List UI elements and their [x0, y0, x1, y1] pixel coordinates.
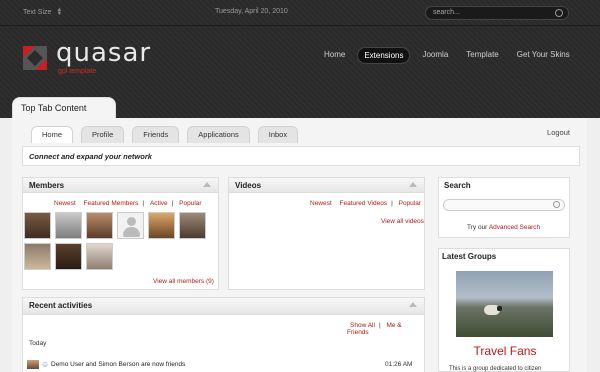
tab-applications[interactable]: Applications: [187, 126, 250, 143]
member-avatar[interactable]: [86, 243, 113, 270]
nav-joomla[interactable]: Joomla: [416, 47, 454, 64]
member-avatar[interactable]: [24, 243, 51, 270]
view-all-members-link[interactable]: View all members (9): [153, 278, 214, 285]
nav-extensions[interactable]: Extensions: [357, 47, 411, 64]
show-all-link[interactable]: Show All: [350, 322, 375, 329]
top-search-input[interactable]: search...: [425, 6, 569, 20]
try-our-text: Try our: [467, 224, 488, 231]
tab-inbox[interactable]: Inbox: [257, 126, 299, 143]
videos-title: Videos: [235, 181, 262, 190]
members-filters: Newest Featured Members | Active | Popular: [54, 200, 202, 207]
members-title: Members: [29, 181, 65, 190]
collapse-caret-icon[interactable]: [409, 182, 417, 187]
latest-groups-box: Latest Groups Travel Fans This is a grou…: [438, 248, 570, 372]
members-box: Members Newest Featured Members | Active |…: [22, 177, 219, 290]
collapse-caret-icon[interactable]: [203, 182, 211, 187]
search-icon[interactable]: [553, 201, 560, 208]
top-bar: Text Size ▲ ▼ Tuesday, April 20, 2010 sea…: [0, 0, 600, 26]
group-photo[interactable]: [456, 271, 553, 337]
tab-friends[interactable]: Friends: [132, 126, 180, 143]
tab-profile[interactable]: Profile: [81, 126, 125, 143]
filter-featured-videos[interactable]: Featured Videos: [340, 200, 388, 207]
nav-template[interactable]: Template: [460, 47, 504, 64]
logout-link[interactable]: Logout: [547, 128, 570, 137]
search-icon[interactable]: [555, 9, 563, 17]
main-content: Home Profile Friends Applications Inbox …: [12, 118, 587, 372]
videos-header[interactable]: Videos: [229, 178, 424, 193]
search-box: Search Try our Advanced Search: [438, 177, 570, 238]
activity-thumbnail: [27, 360, 39, 369]
nav-home[interactable]: Home: [318, 47, 351, 64]
filter-popular[interactable]: Popular: [179, 200, 201, 207]
latest-groups-title: Latest Groups: [442, 252, 497, 261]
today-label: Today: [29, 340, 47, 347]
group-name-link[interactable]: Travel Fans: [439, 344, 571, 358]
search-placeholder: search...: [433, 9, 460, 16]
tab-home[interactable]: Home: [31, 126, 74, 143]
friends-icon: ☺: [41, 360, 50, 369]
activity-text[interactable]: Demo User and Simon Berson are now frien…: [51, 361, 185, 368]
member-avatar[interactable]: [179, 212, 206, 239]
main-nav: Home Extensions Joomla Template Get Your…: [318, 47, 576, 64]
text-size-label: Text Size: [23, 8, 52, 16]
videos-box: Videos Newest Featured Videos | Popular V…: [228, 177, 425, 290]
activity-time: 01:26 AM: [385, 361, 413, 368]
recent-activities-title: Recent activities: [29, 301, 93, 310]
member-avatar[interactable]: [148, 212, 175, 239]
recent-activities-header[interactable]: Recent activities: [23, 298, 424, 315]
member-avatar[interactable]: [55, 243, 82, 270]
filter-newest[interactable]: Newest: [310, 200, 332, 207]
filter-newest[interactable]: Newest: [54, 200, 76, 207]
top-tab-content[interactable]: Top Tab Content: [12, 97, 116, 119]
logo-text[interactable]: quasar: [56, 40, 151, 66]
filter-active[interactable]: Active: [150, 200, 168, 207]
default-avatar-icon[interactable]: [117, 212, 144, 239]
recent-activities-box: Recent activities Show All | Me & Friends…: [22, 297, 425, 372]
updown-arrows-icon[interactable]: ▲ ▼: [56, 7, 62, 17]
sheep-head-shape: [497, 306, 502, 311]
filter-featured-members[interactable]: Featured Members: [84, 200, 139, 207]
group-description: This is a group dedicated to citizen: [449, 366, 542, 372]
collapse-caret-icon[interactable]: [409, 302, 417, 307]
advanced-search-link[interactable]: Advanced Search: [489, 224, 540, 231]
connect-banner: Connect and expand your network: [22, 146, 580, 166]
filter-popular[interactable]: Popular: [399, 200, 421, 207]
text-size-control[interactable]: Text Size ▲ ▼: [23, 7, 62, 17]
activity-filters: Show All | Me & Friends: [347, 322, 402, 336]
videos-filters: Newest Featured Videos | Popular: [310, 200, 422, 207]
profile-tabs: Home Profile Friends Applications Inbox: [31, 126, 299, 143]
member-avatar[interactable]: [24, 212, 51, 239]
current-date: Tuesday, April 20, 2010: [215, 8, 288, 15]
logo-subtitle: gpl template: [58, 68, 97, 75]
member-avatar[interactable]: [55, 212, 82, 239]
side-search-input[interactable]: [443, 199, 565, 211]
search-box-title: Search: [444, 181, 471, 190]
member-thumbnails: [24, 212, 214, 270]
members-header[interactable]: Members: [23, 178, 218, 193]
member-avatar[interactable]: [86, 212, 113, 239]
advanced-search-line: Try our Advanced Search: [467, 224, 540, 231]
view-all-videos-link[interactable]: View all videos: [381, 218, 424, 225]
site-header: Text Size ▲ ▼ Tuesday, April 20, 2010 sea…: [0, 0, 600, 119]
nav-get-your-skins[interactable]: Get Your Skins: [511, 47, 576, 64]
quasar-logo-icon: [23, 46, 47, 70]
